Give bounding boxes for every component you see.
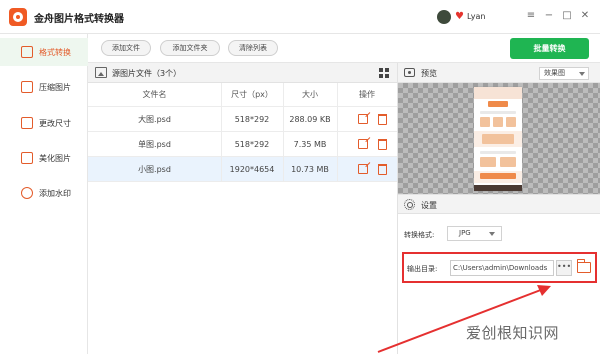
file-size: 7.35 MB (293, 140, 327, 149)
open-external-icon[interactable] (358, 139, 368, 149)
output-label: 输出目录: (407, 265, 438, 273)
file-list-header: 源图片文件（3个） (88, 63, 397, 83)
format-select[interactable]: JPG (447, 226, 502, 241)
sidebar-item-label: 添加水印 (39, 189, 71, 198)
app-logo-icon (9, 8, 27, 26)
file-dimensions: 518*292 (234, 115, 270, 124)
clear-list-button[interactable]: 清除列表 (228, 40, 278, 56)
column-divider (283, 83, 284, 182)
file-size: 10.73 MB (291, 165, 329, 174)
preview-icon (404, 68, 415, 77)
chevron-down-icon (489, 232, 495, 236)
delete-icon[interactable] (378, 139, 387, 150)
file-name: 大图.psd (138, 115, 171, 124)
maximize-button[interactable]: □ (559, 8, 575, 24)
output-path-field[interactable]: C:\Users\admin\Downloads (450, 260, 554, 276)
delete-icon[interactable] (378, 164, 387, 175)
sidebar-item-label: 美化图片 (39, 154, 71, 163)
app-title: 金舟图片格式转换器 (34, 14, 124, 25)
format-label: 转换格式: (404, 231, 435, 239)
sidebar-item-compress[interactable]: 压缩图片 (0, 73, 88, 101)
preview-title: 预览 (421, 69, 437, 78)
convert-icon (21, 46, 33, 58)
preview-canvas (398, 83, 600, 194)
preview-mode-select[interactable]: 效果图 (539, 67, 589, 80)
add-file-button[interactable]: 添加文件 (101, 40, 151, 56)
settings-header: 设置 (398, 194, 600, 214)
format-value: JPG (459, 229, 471, 237)
preview-panel: 预览 效果图 设置 转换格式: JPG 输出目录: C:\Users\admin… (397, 63, 600, 354)
open-external-icon[interactable] (358, 164, 368, 174)
file-dimensions: 1920*4654 (229, 165, 275, 174)
sidebar: 格式转换 压缩图片 更改尺寸 美化图片 添加水印 (0, 34, 88, 354)
resize-icon (21, 117, 33, 129)
sidebar-item-label: 压缩图片 (39, 83, 71, 92)
file-list-panel: 源图片文件（3个） 文件名 尺寸（px） 大小 操作 大图.psd 518*29… (88, 63, 397, 354)
close-button[interactable]: ✕ (577, 8, 593, 24)
grid-view-icon[interactable] (379, 68, 389, 78)
preview-mode-value: 效果图 (544, 69, 565, 77)
sidebar-item-resize[interactable]: 更改尺寸 (0, 109, 88, 137)
file-name: 单图.psd (138, 140, 171, 149)
file-dimensions: 518*292 (234, 140, 270, 149)
column-divider (221, 83, 222, 182)
minimize-button[interactable]: − (541, 8, 557, 24)
settings-title: 设置 (421, 201, 437, 210)
compress-icon (21, 81, 33, 93)
preview-thumbnail (474, 87, 522, 191)
image-icon (95, 67, 107, 78)
delete-icon[interactable] (378, 114, 387, 125)
file-list-title: 源图片文件（3个） (112, 69, 182, 78)
open-external-icon[interactable] (358, 114, 368, 124)
preview-header: 预览 效果图 (398, 63, 600, 83)
output-directory-highlight: 输出目录: C:\Users\admin\Downloads ••• (402, 252, 597, 283)
folder-open-icon[interactable] (577, 259, 591, 273)
user-name[interactable]: Lyan (467, 12, 485, 21)
column-header-name: 文件名 (88, 83, 221, 107)
file-size: 288.09 KB (289, 115, 331, 124)
watermark-icon (21, 187, 33, 199)
browse-button[interactable]: ••• (556, 260, 572, 276)
watermark-text: 爱创根知识网 (466, 324, 560, 342)
chevron-down-icon (579, 72, 585, 76)
column-divider (337, 83, 338, 182)
sidebar-item-label: 更改尺寸 (39, 119, 71, 128)
sidebar-item-label: 格式转换 (39, 48, 71, 57)
sidebar-item-watermark[interactable]: 添加水印 (0, 179, 88, 207)
sidebar-item-beautify[interactable]: 美化图片 (0, 144, 88, 172)
gear-icon (404, 199, 415, 210)
column-header-size: 大小 (283, 83, 337, 107)
vip-heart-icon: ♥ (455, 11, 464, 22)
beautify-icon (21, 152, 33, 164)
toolbar: 添加文件 添加文件夹 清除列表 批量转换 (88, 34, 600, 63)
table-row[interactable]: 大图.psd 518*292 288.09 KB (88, 107, 397, 132)
batch-convert-button[interactable]: 批量转换 (510, 38, 589, 59)
add-folder-button[interactable]: 添加文件夹 (160, 40, 220, 56)
sidebar-item-convert[interactable]: 格式转换 (0, 38, 88, 66)
column-header-dimensions: 尺寸（px） (221, 83, 283, 107)
column-header-actions: 操作 (337, 83, 397, 107)
file-name: 小图.psd (138, 165, 171, 174)
table-row[interactable]: 小图.psd 1920*4654 10.73 MB (88, 157, 397, 182)
menu-button[interactable]: ≡ (523, 8, 539, 24)
title-bar: 金舟图片格式转换器 ♥ Lyan ≡ − □ ✕ (0, 0, 600, 34)
table-row[interactable]: 单图.psd 518*292 7.35 MB (88, 132, 397, 157)
user-avatar[interactable] (437, 10, 451, 24)
